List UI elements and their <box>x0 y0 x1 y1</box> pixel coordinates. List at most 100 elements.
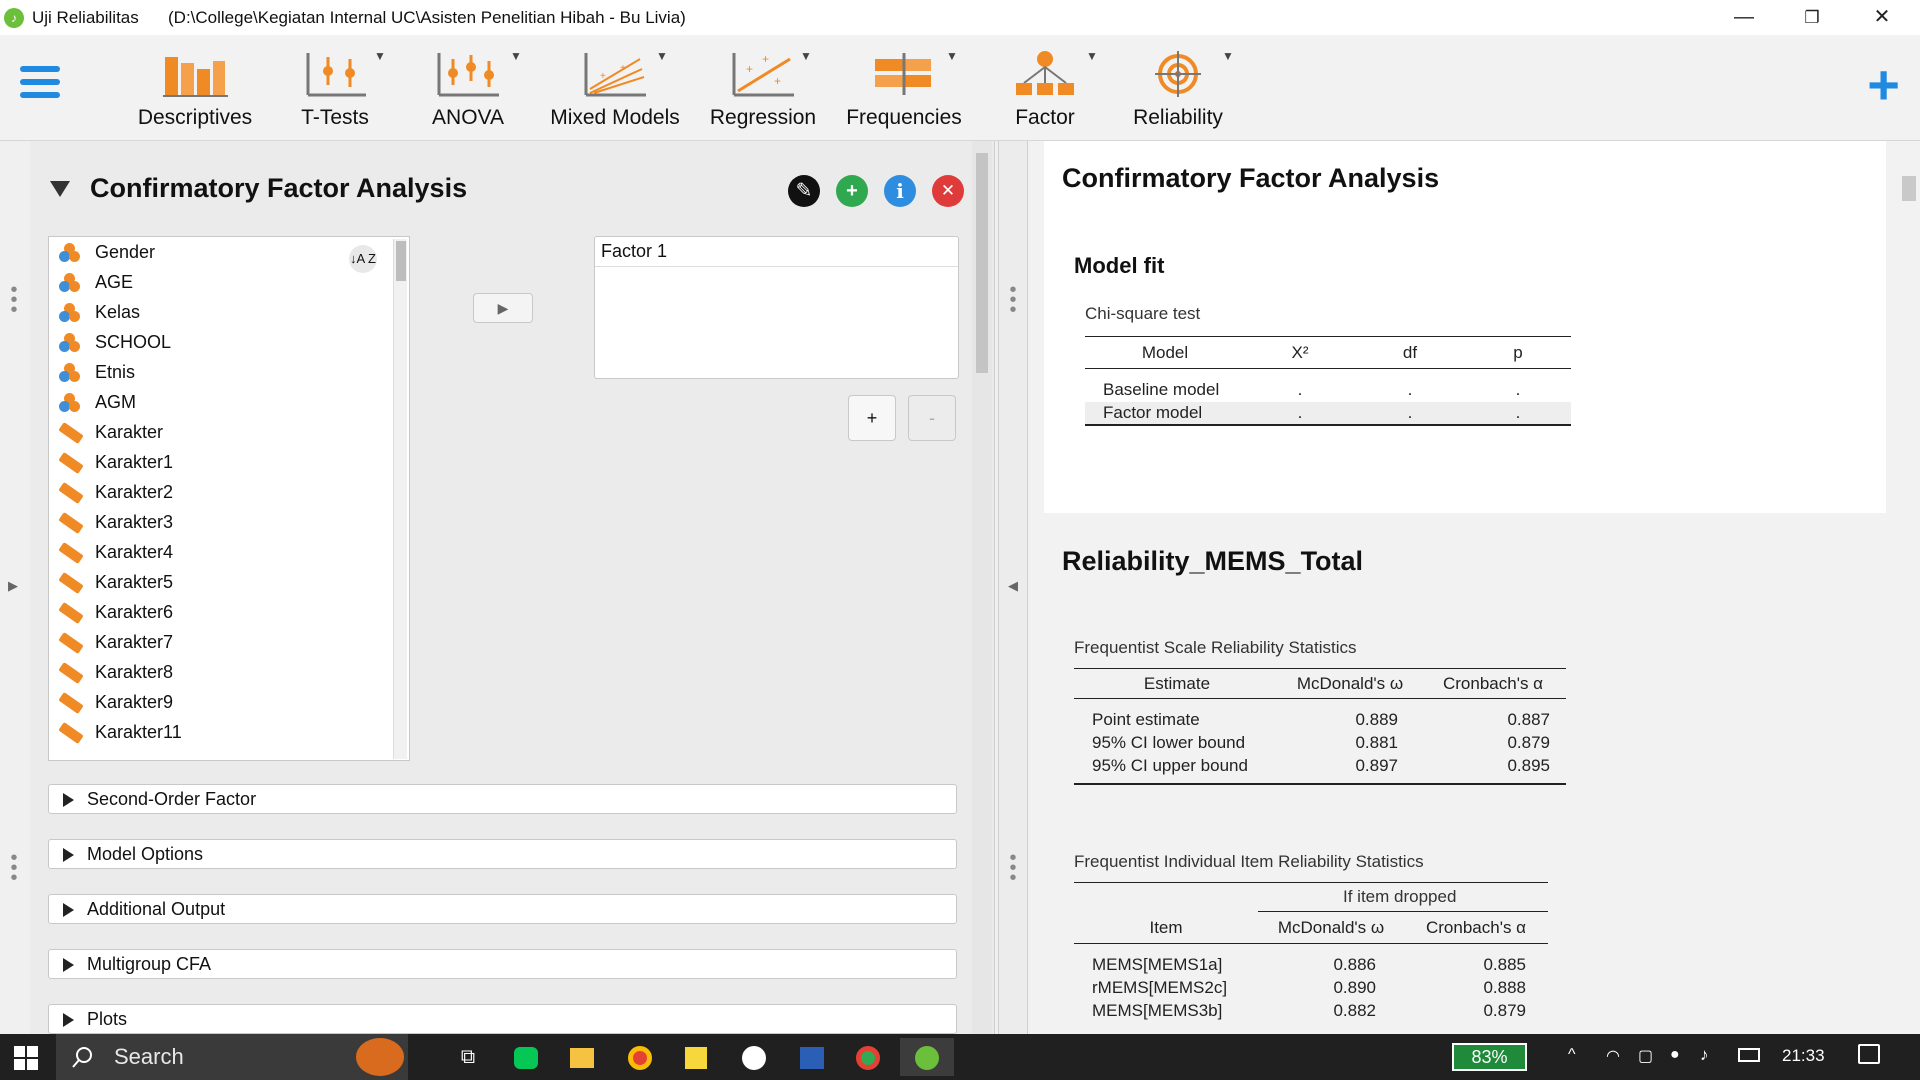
taskbar-search-box[interactable]: Search <box>56 1034 408 1080</box>
anova-icon <box>437 53 499 97</box>
expand-triangle-icon <box>63 793 74 807</box>
item-reliability-table: Item McDonald's ω Cronbach's α MEMS[MEMS… <box>1074 913 1548 1022</box>
table-cell: 0.890 <box>1333 977 1376 997</box>
ribbon-reliability-button[interactable]: ▼ Reliability <box>1128 43 1234 135</box>
scale-variable-icon <box>58 512 84 534</box>
chevron-up-icon[interactable]: ^ <box>1568 1046 1576 1064</box>
chevron-down-icon: ▼ <box>374 49 386 63</box>
edit-title-icon[interactable]: ✎ <box>788 175 820 207</box>
close-window-button[interactable]: ✕ <box>1852 0 1912 35</box>
section-additional-output[interactable]: Additional Output <box>48 894 957 924</box>
meet-now-icon[interactable]: ▢ <box>1638 1046 1653 1066</box>
column-header: df <box>1402 342 1418 362</box>
variable-list-scrollbar[interactable] <box>393 239 407 759</box>
menu-hamburger-icon[interactable] <box>20 66 60 106</box>
variable-name: Karakter6 <box>95 602 174 622</box>
ribbon-regression-button[interactable]: + + + ▼ Regression <box>708 43 818 135</box>
factor-name-field[interactable]: Factor 1 <box>595 237 958 267</box>
variable-name: Kelas <box>95 302 141 322</box>
expand-left-arrow-icon[interactable]: ▶ <box>8 578 18 594</box>
chevron-down-icon: ▼ <box>1086 49 1098 63</box>
wifi-icon[interactable]: ◠ <box>1606 1046 1620 1066</box>
drag-handle-icon[interactable]: • • • <box>7 280 21 320</box>
table-top-rule <box>1074 882 1548 883</box>
mixed-models-icon: ++ <box>584 53 646 97</box>
table-row: MEMS[MEMS1a] 0.886 0.885 <box>1074 953 1548 976</box>
variable-name: Karakter11 <box>95 722 182 742</box>
restore-button[interactable]: ❐ <box>1782 0 1842 35</box>
task-view-icon[interactable]: ⧉ <box>446 1038 490 1076</box>
cfa-results-card: Confirmatory Factor Analysis Model fit C… <box>1044 141 1886 513</box>
whatsapp-icon[interactable] <box>732 1038 776 1076</box>
add-module-plus-icon[interactable]: + <box>1867 57 1900 113</box>
drag-handle-icon[interactable]: • • • <box>1006 280 1020 320</box>
svg-text:+: + <box>620 63 626 74</box>
drag-handle-icon[interactable]: • • • <box>7 848 21 888</box>
chrome-icon[interactable] <box>846 1038 890 1076</box>
taskbar-clock[interactable]: 21:33 <box>1782 1046 1825 1066</box>
add-factor-button[interactable]: + <box>848 395 896 441</box>
windows-start-icon[interactable] <box>14 1046 38 1070</box>
table-cell: . <box>1297 402 1303 422</box>
table-cell: MEMS[MEMS1a] <box>1092 954 1223 974</box>
table-cell: Factor model <box>1103 402 1203 422</box>
ribbon-anova-button[interactable]: ▼ ANOVA <box>420 43 522 135</box>
volume-icon[interactable]: ♪ <box>1700 1045 1709 1065</box>
collapse-left-arrow-icon[interactable]: ◀ <box>1008 578 1018 594</box>
section-plots[interactable]: Plots <box>48 1004 957 1034</box>
minimize-button[interactable]: — <box>1714 0 1774 35</box>
ribbon-descriptives-button[interactable]: Descriptives <box>132 43 258 135</box>
table-cell: Baseline model <box>1103 380 1220 399</box>
factor-box[interactable]: Factor 1 <box>594 236 959 379</box>
expand-triangle-icon <box>63 958 74 972</box>
nominal-variable-icon <box>59 273 81 293</box>
notification-center-icon[interactable] <box>1858 1044 1880 1064</box>
ribbon-mixed-models-button[interactable]: + + ▼ Mixed Models <box>548 43 682 135</box>
variable-name: Karakter9 <box>95 692 174 712</box>
network-icon[interactable]: ● <box>1670 1046 1680 1064</box>
table-cell: . <box>1515 380 1521 399</box>
chevron-down-icon: ▼ <box>510 49 522 63</box>
ribbon-frequencies-button[interactable]: ▼ Frequencies <box>842 43 966 135</box>
table-cell: 0.897 <box>1355 756 1398 775</box>
column-header: Cronbach's α <box>1425 917 1526 937</box>
scale-reliability-table: Estimate McDonald's ω Cronbach's α Point… <box>1074 668 1566 785</box>
sticky-notes-icon[interactable] <box>674 1038 718 1076</box>
info-icon[interactable]: i <box>884 175 916 207</box>
ribbon-label: ANOVA <box>432 106 504 129</box>
chevron-down-icon: ▼ <box>800 49 812 63</box>
sort-variables-icon[interactable]: ↓A Z <box>349 245 377 273</box>
pumpkin-icon <box>356 1038 404 1076</box>
section-model-options[interactable]: Model Options <box>48 839 957 869</box>
section-second-order-factor[interactable]: Second-Order Factor <box>48 784 957 814</box>
line-app-icon[interactable] <box>504 1038 548 1076</box>
analysis-ribbon: Descriptives ▼ T-Tests ▼ ANOVA + + ▼ Mixe… <box>0 35 1920 141</box>
ribbon-factor-button[interactable]: ▼ Factor <box>1000 43 1098 135</box>
results-scrollbar[interactable] <box>1898 141 1920 1034</box>
analysis-options-pane: Confirmatory Factor Analysis ✎ + i ✕ ↓A … <box>30 141 995 1034</box>
variable-list[interactable]: ↓A Z Gender AGE Kelas SCHOOL Etnis AGM Karakte… <box>48 236 410 761</box>
file-explorer-icon[interactable] <box>560 1038 604 1076</box>
remove-factor-button[interactable]: - <box>908 395 956 441</box>
chrome-icon[interactable] <box>618 1038 662 1076</box>
pane-divider[interactable]: • • • ◀ • • • <box>998 141 1028 1034</box>
section-multigroup-cfa[interactable]: Multigroup CFA <box>48 949 957 979</box>
options-pane-scrollbar[interactable] <box>972 141 992 1034</box>
battery-percentage[interactable]: 83% <box>1452 1043 1527 1071</box>
table-row: rMEMS[MEMS2c] 0.890 0.888 <box>1074 976 1548 999</box>
duplicate-analysis-icon[interactable]: + <box>836 175 868 207</box>
remove-analysis-icon[interactable]: ✕ <box>932 175 964 207</box>
ribbon-ttests-button[interactable]: ▼ T-Tests <box>290 43 386 135</box>
battery-icon[interactable] <box>1738 1048 1760 1062</box>
target-icon <box>1155 51 1201 97</box>
svg-text:+: + <box>600 71 606 82</box>
assign-variable-button[interactable]: ▶ <box>473 293 533 323</box>
nominal-variable-icon <box>59 243 81 263</box>
jasp-taskbar-icon[interactable] <box>900 1038 954 1076</box>
variable-name: Karakter7 <box>95 632 174 652</box>
collapse-triangle-icon[interactable] <box>50 181 70 197</box>
column-header: McDonald's ω <box>1277 917 1385 937</box>
search-icon <box>72 1047 92 1068</box>
word-icon[interactable] <box>790 1038 834 1076</box>
drag-handle-icon[interactable]: • • • <box>1006 848 1020 888</box>
